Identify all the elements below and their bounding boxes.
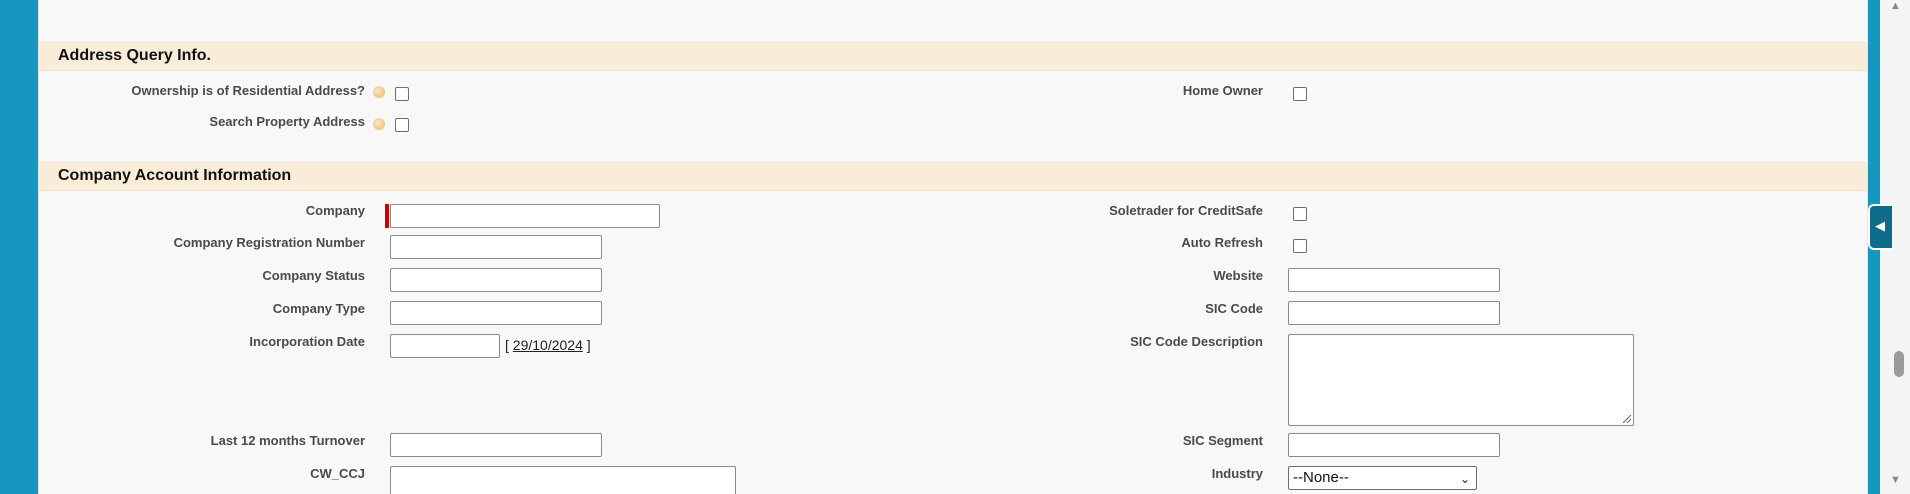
sic-segment-input[interactable] bbox=[1288, 433, 1500, 457]
cw-ccj-textarea[interactable] bbox=[390, 466, 736, 494]
resize-grip-icon[interactable] bbox=[1623, 415, 1631, 423]
company-status-label: Company Status bbox=[262, 268, 365, 283]
cw-ccj-label: CW_CCJ bbox=[310, 466, 365, 481]
website-label: Website bbox=[1213, 268, 1263, 283]
company-type-label: Company Type bbox=[272, 301, 365, 316]
sic-segment-label: SIC Segment bbox=[1182, 433, 1263, 448]
collapse-sidebar-button[interactable]: ◀ bbox=[1868, 204, 1892, 250]
section-title: Company Account Information bbox=[58, 167, 292, 184]
home-owner-label: Home Owner bbox=[1182, 83, 1263, 98]
section-header-company: Company Account Information bbox=[39, 162, 1867, 191]
company-type-input[interactable] bbox=[390, 301, 602, 325]
website-input[interactable] bbox=[1288, 268, 1500, 292]
industry-selected-value: --None-- bbox=[1293, 469, 1349, 486]
help-icon[interactable] bbox=[373, 86, 385, 98]
industry-select[interactable]: --None-- ⌄ bbox=[1288, 466, 1477, 490]
search-property-label: Search Property Address bbox=[209, 114, 365, 129]
auto-refresh-checkbox[interactable] bbox=[1293, 239, 1307, 253]
sic-code-label: SIC Code bbox=[1205, 301, 1263, 316]
turnover-label: Last 12 months Turnover bbox=[210, 433, 365, 448]
company-label: Company bbox=[305, 203, 365, 218]
sic-code-input[interactable] bbox=[1288, 301, 1500, 325]
company-registration-input[interactable] bbox=[390, 235, 602, 259]
bracket-open: [ bbox=[505, 337, 509, 353]
home-owner-checkbox[interactable] bbox=[1293, 87, 1307, 101]
incorporation-date-label: Incorporation Date bbox=[249, 334, 365, 349]
incorporation-today-link: [ 29/10/2024 ] bbox=[505, 337, 591, 353]
ownership-residential-label: Ownership is of Residential Address? bbox=[131, 83, 365, 98]
section-header-address: Address Query Info. bbox=[39, 42, 1867, 71]
auto-refresh-label: Auto Refresh bbox=[1181, 235, 1263, 250]
scroll-up-icon[interactable]: ▲ bbox=[1890, 0, 1901, 12]
company-status-input[interactable] bbox=[390, 268, 602, 292]
chevron-down-icon: ⌄ bbox=[1459, 472, 1470, 486]
company-registration-label: Company Registration Number bbox=[173, 235, 365, 250]
ownership-residential-checkbox[interactable] bbox=[395, 87, 409, 101]
soletrader-label: Soletrader for CreditSafe bbox=[1109, 203, 1263, 218]
help-icon[interactable] bbox=[373, 118, 385, 130]
sic-code-description-label: SIC Code Description bbox=[1130, 334, 1263, 349]
scrollbar-thumb[interactable] bbox=[1894, 351, 1904, 377]
sic-code-description-textarea[interactable] bbox=[1288, 334, 1634, 426]
required-indicator bbox=[385, 204, 389, 228]
form-panel: Address Query Info. Ownership is of Resi… bbox=[38, 0, 1868, 494]
turnover-input[interactable] bbox=[390, 433, 602, 457]
incorporation-date-input[interactable] bbox=[390, 334, 500, 358]
search-property-checkbox[interactable] bbox=[395, 118, 409, 132]
scroll-down-icon[interactable]: ▼ bbox=[1890, 474, 1901, 486]
industry-label: Industry bbox=[1211, 466, 1263, 481]
section-title: Address Query Info. bbox=[58, 47, 211, 64]
bracket-close: ] bbox=[586, 337, 591, 353]
soletrader-checkbox[interactable] bbox=[1293, 207, 1307, 221]
today-date-link[interactable]: 29/10/2024 bbox=[513, 337, 583, 353]
company-input[interactable] bbox=[390, 204, 660, 228]
chevron-left-icon: ◀ bbox=[1875, 218, 1885, 233]
